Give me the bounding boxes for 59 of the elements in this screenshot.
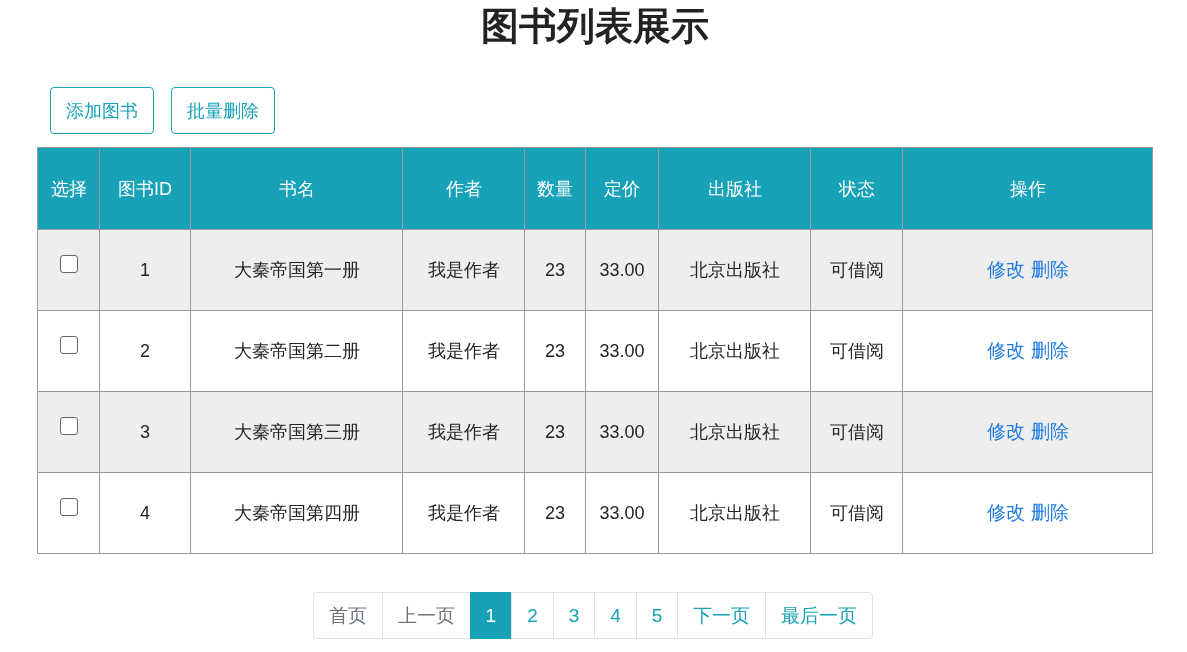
book-title-cell: 大秦帝国第四册 [190, 472, 403, 554]
column-header: 定价 [585, 147, 659, 230]
pagination-button[interactable]: 5 [635, 592, 679, 639]
book-id-cell: 3 [99, 391, 191, 473]
column-header: 书名 [190, 147, 403, 230]
pagination-button[interactable]: 2 [511, 592, 554, 639]
column-header: 图书ID [99, 147, 191, 230]
publisher-cell: 北京出版社 [658, 229, 811, 311]
book-title-cell: 大秦帝国第二册 [190, 310, 403, 392]
status-cell: 可借阅 [810, 472, 903, 554]
status-cell: 可借阅 [810, 310, 903, 392]
author-cell: 我是作者 [402, 472, 525, 554]
status-cell: 可借阅 [810, 391, 903, 473]
action-link[interactable]: 删除 [1030, 338, 1069, 364]
price-cell: 33.00 [585, 229, 659, 311]
pagination-button[interactable]: 1 [469, 592, 513, 639]
action-link[interactable]: 删除 [1030, 419, 1069, 445]
action-link[interactable]: 删除 [1030, 257, 1069, 283]
price-cell: 33.00 [585, 310, 659, 392]
quantity-cell: 23 [524, 391, 586, 473]
row-checkbox[interactable] [59, 255, 78, 273]
row-checkbox[interactable] [59, 336, 78, 354]
column-header: 数量 [524, 147, 586, 230]
action-link[interactable]: 修改 [986, 419, 1025, 445]
pagination-button[interactable]: 3 [552, 592, 596, 639]
row-checkbox[interactable] [59, 417, 78, 435]
book-title-cell: 大秦帝国第一册 [190, 229, 403, 311]
action-link[interactable]: 修改 [986, 338, 1025, 364]
column-header: 选择 [37, 147, 100, 230]
column-header: 出版社 [658, 147, 811, 230]
price-cell: 33.00 [585, 391, 659, 473]
column-header: 作者 [402, 147, 525, 230]
column-header: 状态 [810, 147, 903, 230]
action-link[interactable]: 删除 [1030, 500, 1069, 526]
publisher-cell: 北京出版社 [658, 391, 811, 473]
author-cell: 我是作者 [402, 229, 525, 311]
action-link[interactable]: 修改 [986, 500, 1025, 526]
author-cell: 我是作者 [402, 391, 525, 473]
author-cell: 我是作者 [402, 310, 525, 392]
book-id-cell: 4 [99, 472, 191, 554]
status-cell: 可借阅 [810, 229, 903, 311]
publisher-cell: 北京出版社 [658, 310, 811, 392]
pagination-button[interactable]: 4 [594, 592, 637, 639]
pagination-button[interactable]: 下一页 [677, 592, 767, 639]
publisher-cell: 北京出版社 [658, 472, 811, 554]
action-link[interactable]: 修改 [986, 257, 1025, 283]
book-title-cell: 大秦帝国第三册 [190, 391, 403, 473]
toolbar-button[interactable]: 批量删除 [171, 87, 275, 134]
quantity-cell: 23 [524, 229, 586, 311]
quantity-cell: 23 [524, 310, 586, 392]
book-id-cell: 1 [99, 229, 191, 311]
page-title: 图书列表展示 [479, 4, 710, 49]
book-id-cell: 2 [99, 310, 191, 392]
price-cell: 33.00 [585, 472, 659, 554]
column-header: 操作 [902, 147, 1153, 230]
pagination-button[interactable]: 最后一页 [765, 592, 874, 639]
quantity-cell: 23 [524, 472, 586, 554]
row-checkbox[interactable] [59, 498, 78, 516]
toolbar-button[interactable]: 添加图书 [50, 87, 154, 134]
